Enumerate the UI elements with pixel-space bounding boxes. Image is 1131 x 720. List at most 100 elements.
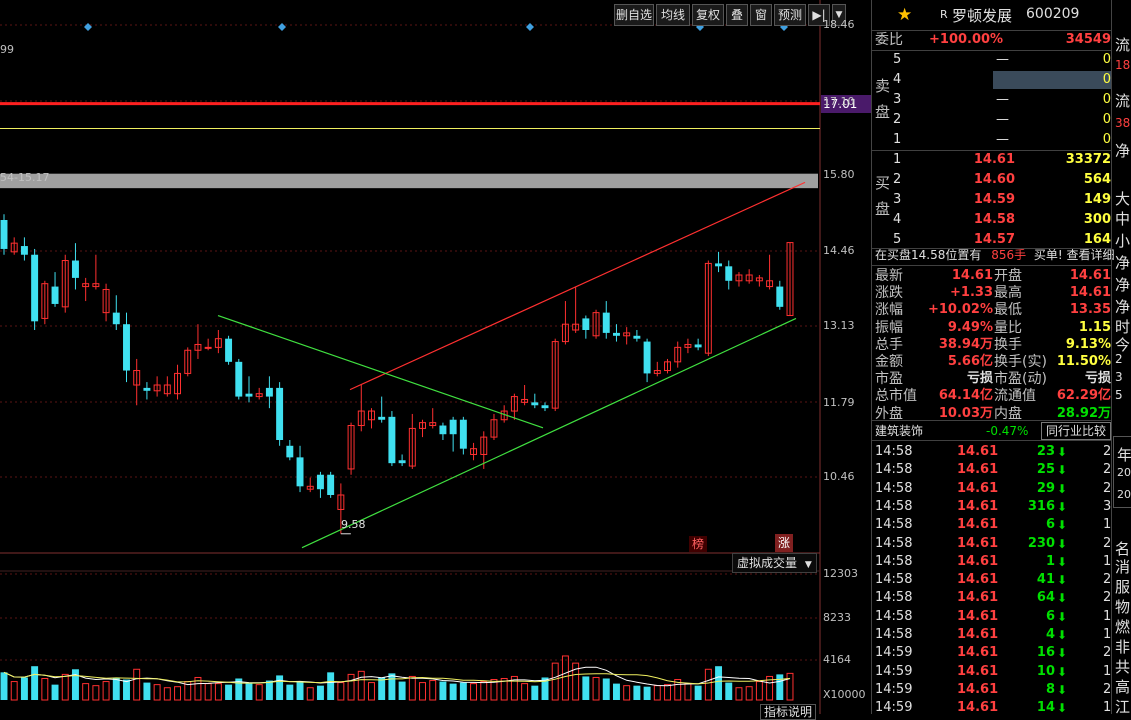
volume-bar	[61, 673, 69, 701]
sell-volume: 0	[1102, 132, 1111, 147]
volume-bar	[419, 682, 426, 701]
volume-bar	[776, 674, 784, 700]
volume-bar	[633, 685, 641, 700]
candle-body	[541, 405, 549, 409]
tick-time: 14:59	[875, 681, 913, 697]
arrow-down-icon: ⬇	[1057, 463, 1068, 478]
toolbar-button-3[interactable]: 叠	[726, 4, 748, 26]
sell-row[interactable]: 4—0	[893, 71, 1111, 89]
event-diamond	[278, 23, 286, 31]
buy-row[interactable]: 2 14.60 564	[893, 171, 1111, 189]
weibi-diff: 34549	[1065, 32, 1111, 47]
volume-dropdown-label: 虚拟成交量	[737, 556, 798, 570]
toolbar-button-0[interactable]: 删自选	[614, 4, 654, 26]
kline-chart[interactable]	[0, 0, 871, 714]
arrow-down-icon: ⬇	[1057, 481, 1068, 496]
sell-row[interactable]: 2—0	[893, 111, 1111, 129]
volume-bar	[0, 672, 8, 700]
tick-time: 14:59	[875, 645, 913, 661]
tick-time: 14:58	[875, 627, 913, 642]
price-tick: 17.10	[823, 95, 855, 108]
sell-row[interactable]: 1—0	[893, 131, 1111, 149]
range-label: 54-15.17	[0, 171, 50, 184]
panel-divider	[871, 150, 1111, 151]
arrow-down-icon: ⬇	[1057, 536, 1068, 551]
volume-bar	[735, 687, 743, 701]
stock-name: 罗顿发展	[952, 7, 1013, 25]
notice-text: 在买盘14.58位置有	[875, 248, 982, 262]
tick-volume: 230	[1027, 535, 1055, 551]
arrow-down-icon: ⬇	[1057, 628, 1068, 642]
quote-label-right: 流通值	[994, 388, 1036, 405]
volume-bar	[306, 687, 314, 701]
star-icon[interactable]: ★	[897, 5, 912, 25]
volume-bar	[561, 655, 569, 701]
buy-price: 14.58	[973, 212, 1015, 227]
quote-label-right: 最高	[994, 285, 1022, 302]
quote-value-right: 62.29亿	[1056, 388, 1111, 404]
limit-up-tag[interactable]: 涨	[775, 534, 793, 552]
candle-body	[51, 286, 59, 304]
toolbar-button-1[interactable]: 均线	[656, 4, 690, 26]
tick-price: 14.61	[957, 608, 999, 624]
tick-time: 14:58	[875, 444, 913, 459]
volume-bar	[31, 666, 39, 700]
volume-bar	[684, 683, 692, 701]
tick-row: 14:58 14.61 4 ⬇ 1	[875, 626, 1111, 644]
volume-bar	[602, 678, 610, 700]
volume-bar	[755, 681, 763, 701]
tick-row: 14:58 14.61 25 ⬇ 2	[875, 461, 1111, 479]
toolbar-button-4[interactable]: 窗	[750, 4, 772, 26]
side-strip-text: 燃	[1115, 618, 1131, 636]
quote-label-right: 开盘	[994, 268, 1022, 284]
sell-volume: 0	[993, 71, 1111, 89]
volume-bar	[531, 685, 539, 700]
buy-row[interactable]: 4 14.58 300	[893, 211, 1111, 229]
panel-divider	[871, 50, 1111, 51]
volume-bar	[286, 684, 294, 700]
tick-row: 14:58 14.61 230 ⬇ 2	[875, 535, 1111, 553]
volume-bar	[643, 686, 651, 700]
notice-tail: 买单! 查看详细	[1033, 248, 1115, 262]
tick-time: 14:59	[875, 700, 913, 716]
candle-body	[694, 344, 702, 348]
quote-label-right: 量比	[994, 319, 1022, 336]
sell-row[interactable]: 5—0	[893, 51, 1111, 69]
sell-level: 5	[893, 52, 902, 67]
volume-bar	[92, 685, 100, 701]
quote-label-left: 市盈	[875, 371, 903, 388]
side-strip-text: 小	[1115, 232, 1131, 250]
sell-row[interactable]: 3—0	[893, 91, 1111, 109]
indicator-help-button[interactable]: 指标说明	[760, 704, 817, 720]
quote-value-right: 9.13%	[1065, 336, 1111, 352]
sell-volume: 0	[1102, 52, 1111, 67]
quote-value-left: 64.14亿	[938, 388, 993, 404]
board-tag[interactable]: 榜	[689, 536, 707, 552]
volume-indicator-dropdown[interactable]: 虚拟成交量 ▼	[732, 553, 817, 573]
weibi-value: +100.00%	[929, 32, 1004, 47]
quote-panel: ★ R 罗顿发展 600209 委比 +100.00% 34549 卖盘 5—0…	[871, 0, 1131, 716]
volume-bar	[10, 681, 18, 701]
candle-body	[388, 416, 396, 464]
toolbar-button-2[interactable]: 复权	[692, 4, 724, 26]
industry-name[interactable]: 建筑装饰	[875, 424, 923, 438]
tick-volume: 29	[1036, 480, 1055, 496]
tick-row: 14:59 14.61 16 ⬇ 2	[875, 644, 1111, 662]
candle-body	[20, 246, 28, 255]
buy-price: 14.61	[973, 152, 1015, 167]
volume-bar	[388, 673, 396, 700]
buy-row[interactable]: 1 14.61 33372	[893, 151, 1111, 169]
buy-row[interactable]: 3 14.59 149	[893, 191, 1111, 209]
arrow-down-icon: ⬇	[1057, 682, 1068, 697]
side-strip-text: 中	[1115, 210, 1131, 228]
tick-price: 14.61	[957, 645, 999, 661]
price-tick: 11.79	[823, 396, 855, 409]
candle-body	[123, 324, 130, 371]
candle-body	[776, 286, 784, 307]
quote-label-right: 换手(实)	[994, 354, 1047, 370]
industry-compare-button[interactable]: 同行业比较	[1041, 422, 1112, 440]
candle-body	[112, 312, 120, 325]
toolbar-button-5[interactable]: 预测	[774, 4, 806, 26]
volume-bar	[112, 677, 120, 700]
volume-bar	[449, 683, 457, 700]
